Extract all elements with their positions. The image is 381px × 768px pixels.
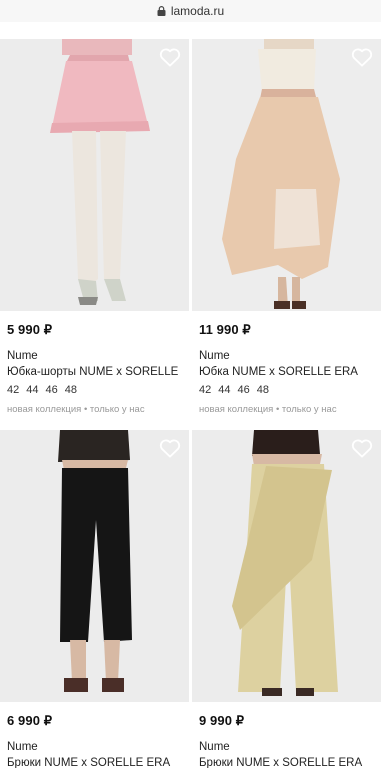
browser-url-bar[interactable]: lamoda.ru — [0, 0, 381, 22]
tag-exclusive: только у нас — [89, 404, 145, 415]
product-price: 11 990 ₽ — [199, 322, 251, 337]
product-info: 6 990 ₽ Nume Брюки NUME x SORELLE ERA — [0, 702, 189, 768]
size-option[interactable]: 44 — [218, 384, 230, 396]
product-brand: Nume — [7, 350, 38, 362]
lock-icon — [157, 6, 166, 16]
favorite-heart-icon[interactable] — [159, 438, 181, 458]
favorite-heart-icon[interactable] — [159, 47, 181, 67]
size-option[interactable]: 46 — [238, 384, 250, 396]
product-tags: новая коллекция • только у нас — [199, 404, 375, 415]
product-image-pink-skirt-shorts[interactable] — [0, 39, 189, 311]
product-info: 5 990 ₽ Nume Юбка-шорты NUME x SORELLE 4… — [0, 311, 189, 430]
tag-exclusive: только у нас — [281, 404, 337, 415]
product-card[interactable]: 11 990 ₽ Nume Юбка NUME x SORELLE ERA 42… — [192, 39, 381, 430]
size-list: 42 44 46 48 — [7, 384, 183, 396]
product-brand: Nume — [7, 741, 38, 753]
top-spacer — [0, 22, 381, 39]
tag-separator: • — [83, 404, 88, 415]
product-info: 9 990 ₽ Nume Брюки NUME x SORELLE ERA — [192, 702, 381, 768]
product-image-black-trousers[interactable] — [0, 430, 189, 702]
tag-new-collection: новая коллекция — [199, 404, 274, 415]
product-card[interactable]: 5 990 ₽ Nume Юбка-шорты NUME x SORELLE 4… — [0, 39, 189, 430]
product-price: 6 990 ₽ — [7, 713, 53, 728]
size-option[interactable]: 48 — [257, 384, 269, 396]
favorite-heart-icon[interactable] — [351, 47, 373, 67]
product-name[interactable]: Брюки NUME x SORELLE ERA — [7, 757, 183, 768]
size-option[interactable]: 48 — [65, 384, 77, 396]
favorite-heart-icon[interactable] — [351, 438, 373, 458]
size-list: 42 44 46 48 — [199, 384, 375, 396]
product-brand: Nume — [199, 741, 230, 753]
product-price: 5 990 ₽ — [7, 322, 53, 337]
size-option[interactable]: 46 — [46, 384, 58, 396]
product-tags: новая коллекция • только у нас — [7, 404, 183, 415]
product-card[interactable]: 6 990 ₽ Nume Брюки NUME x SORELLE ERA — [0, 430, 189, 768]
tag-separator: • — [275, 404, 280, 415]
product-price: 9 990 ₽ — [199, 713, 245, 728]
size-option[interactable]: 42 — [7, 384, 19, 396]
product-name[interactable]: Юбка-шорты NUME x SORELLE — [7, 366, 183, 378]
product-name[interactable]: Юбка NUME x SORELLE ERA — [199, 366, 375, 378]
product-grid: 5 990 ₽ Nume Юбка-шорты NUME x SORELLE 4… — [0, 39, 381, 768]
product-card[interactable]: 9 990 ₽ Nume Брюки NUME x SORELLE ERA — [192, 430, 381, 768]
product-info: 11 990 ₽ Nume Юбка NUME x SORELLE ERA 42… — [192, 311, 381, 430]
url-text: lamoda.ru — [170, 4, 225, 18]
tag-new-collection: новая коллекция — [7, 404, 82, 415]
product-image-beige-draped-skirt[interactable] — [192, 39, 381, 311]
size-option[interactable]: 42 — [199, 384, 211, 396]
size-option[interactable]: 44 — [26, 384, 38, 396]
product-image-yellow-wide-trousers[interactable] — [192, 430, 381, 702]
product-name[interactable]: Брюки NUME x SORELLE ERA — [199, 757, 375, 768]
product-brand: Nume — [199, 350, 230, 362]
